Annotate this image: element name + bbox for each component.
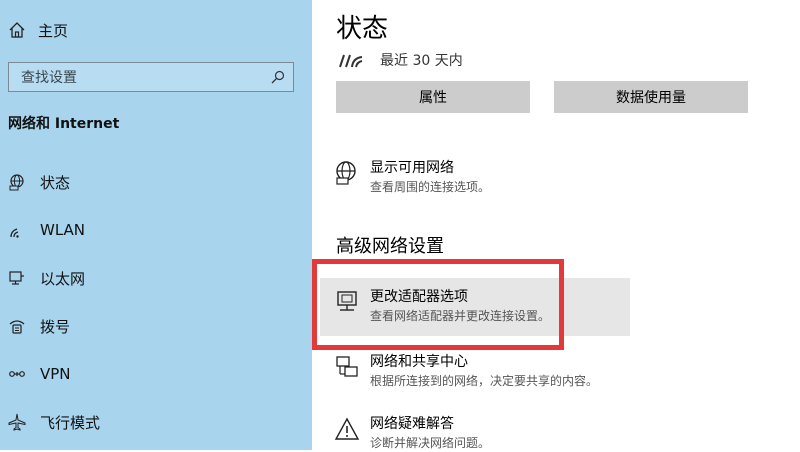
option-desc: 查看周围的连接选项。	[370, 180, 491, 194]
show-available-networks[interactable]: 显示可用网络 查看周围的连接选项。	[334, 158, 490, 196]
search-placeholder: 查找设置	[21, 70, 77, 86]
option-desc: 根据所连接到的网络，决定要共享的内容。	[370, 374, 599, 388]
sidebar-item-label: 拨号	[40, 317, 71, 336]
home-link[interactable]: 主页	[8, 18, 68, 42]
main-panel: 状态 最近 30 天内 属性 数据使用量 显示可用网络 查看周围的连接选项。 高…	[312, 0, 800, 450]
ethernet-icon	[9, 271, 24, 285]
sidebar-item-label: 飞行模式	[40, 413, 101, 432]
airplane-icon	[8, 413, 26, 431]
sidebar-item-status[interactable]: 状态	[0, 162, 312, 202]
home-icon	[9, 22, 25, 38]
sidebar-item-label: WLAN	[40, 221, 86, 239]
sidebar-item-dialup[interactable]: 拨号	[0, 306, 312, 346]
sidebar-item-ethernet[interactable]: 以太网	[0, 258, 312, 298]
option-desc: 诊断并解决网络问题。	[370, 436, 491, 450]
home-label: 主页	[38, 21, 69, 40]
highlight-box	[312, 259, 564, 350]
status-text: 最近 30 天内	[380, 53, 463, 69]
network-troubleshooter[interactable]: 网络疑难解答 诊断并解决网络问题。	[334, 414, 490, 452]
properties-button[interactable]: 属性	[336, 81, 530, 113]
sidebar-item-wlan[interactable]: WLAN	[0, 210, 312, 250]
globe-network-icon	[336, 161, 356, 185]
option-title: 显示可用网络	[370, 160, 454, 176]
warning-icon	[334, 417, 360, 440]
sidebar-item-label: VPN	[40, 365, 71, 383]
search-icon[interactable]	[271, 70, 285, 84]
search-input[interactable]: 查找设置	[8, 62, 294, 92]
section-title: 网络和 Internet	[8, 116, 120, 132]
data-usage-button[interactable]: 数据使用量	[554, 81, 748, 113]
advanced-settings-title: 高级网络设置	[336, 236, 444, 257]
option-title: 网络和共享中心	[370, 354, 468, 370]
sidebar-item-label: 以太网	[40, 269, 86, 288]
network-sharing-center[interactable]: 网络和共享中心 根据所连接到的网络，决定要共享的内容。	[334, 352, 598, 390]
page-title: 状态	[336, 14, 389, 44]
dialup-icon	[9, 320, 25, 334]
sidebar-item-label: 状态	[40, 173, 71, 192]
status-row: 最近 30 天内	[338, 50, 463, 70]
sidebar: 主页 查找设置 网络和 Internet 状态 WLAN 以太网 拨号 VPN …	[0, 0, 312, 450]
network-activity-icon	[339, 54, 363, 68]
sidebar-item-vpn[interactable]: VPN	[0, 354, 312, 394]
wifi-icon	[10, 228, 19, 238]
sidebar-item-airplane[interactable]: 飞行模式	[0, 402, 312, 442]
option-title: 网络疑难解答	[370, 416, 454, 432]
globe-status-icon	[9, 174, 24, 191]
sharing-center-icon	[336, 356, 358, 377]
vpn-icon	[9, 371, 25, 377]
